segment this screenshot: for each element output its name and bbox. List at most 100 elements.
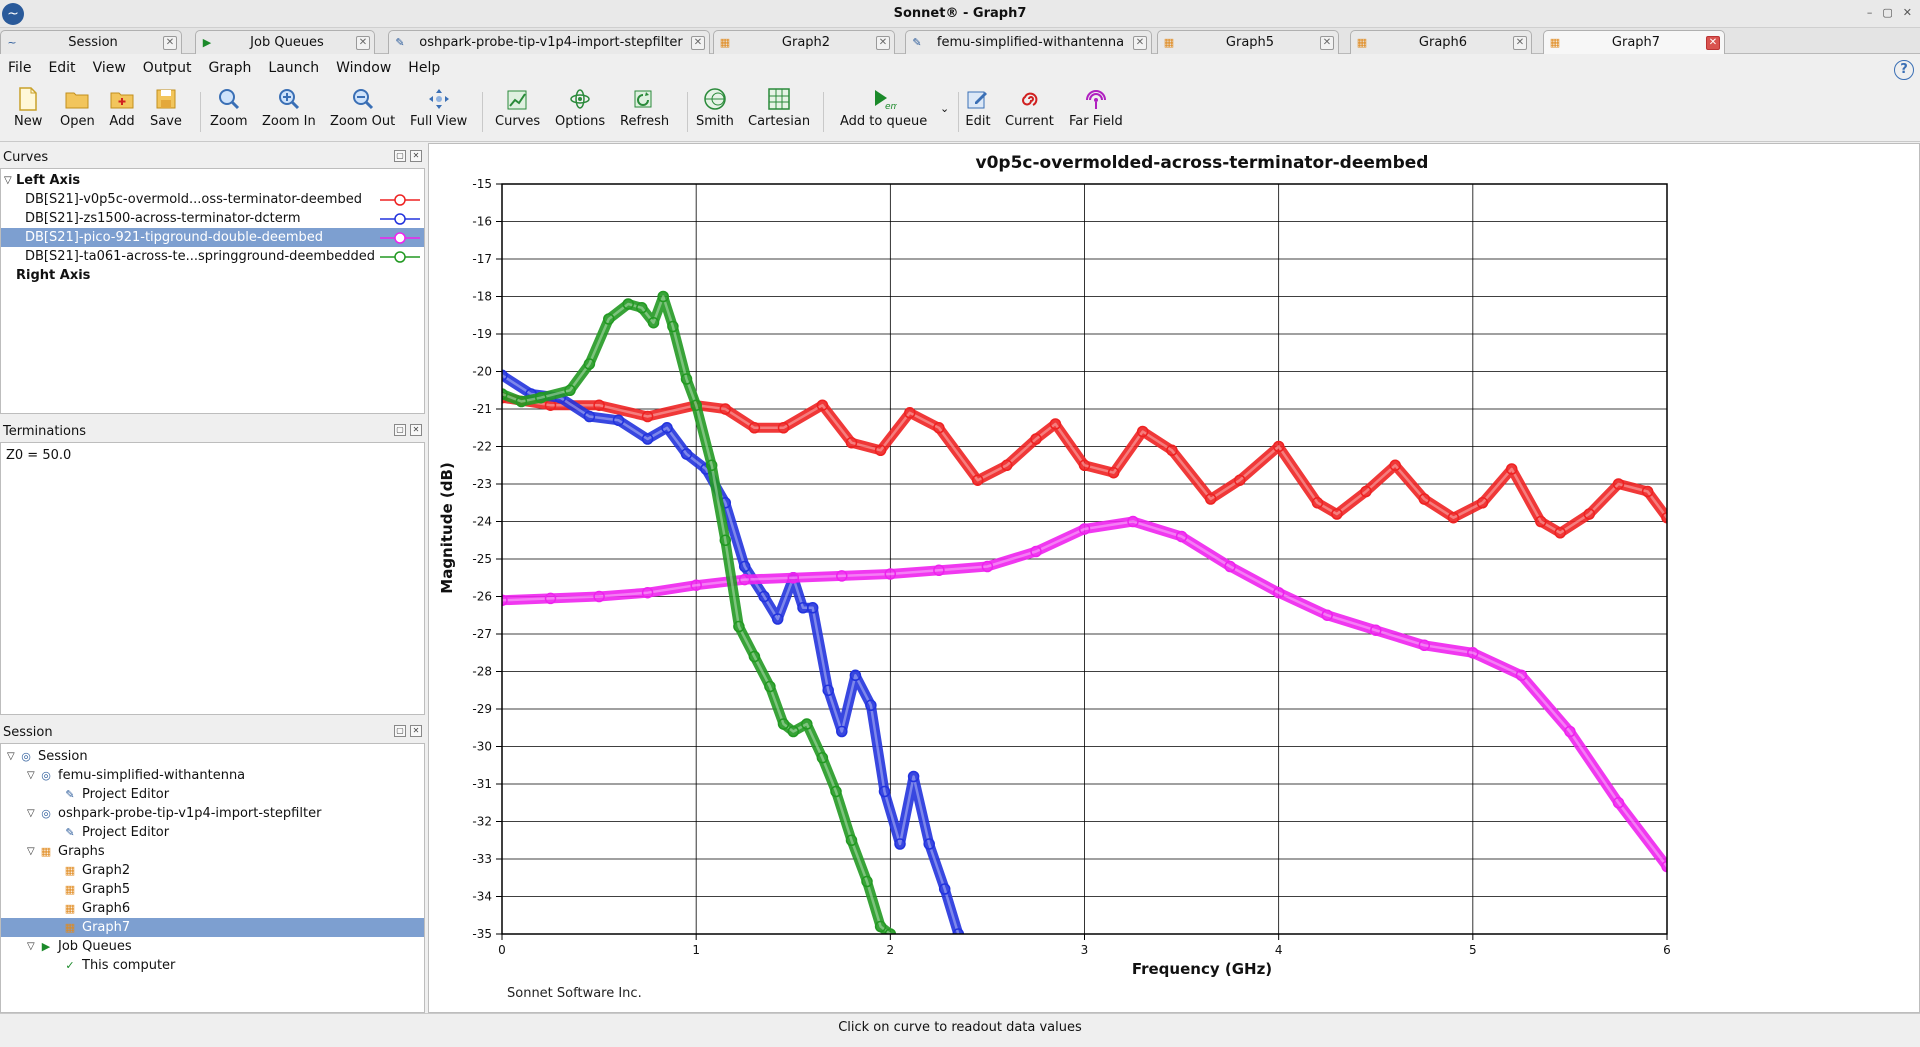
add-to-queue-button[interactable]: em Add to queue xyxy=(840,86,927,138)
x-tick-label: 6 xyxy=(1663,943,1671,957)
tab-graph2[interactable]: ▦ Graph2 ✕ xyxy=(713,30,895,54)
open-button[interactable]: Open xyxy=(60,86,95,138)
current-button[interactable]: Current xyxy=(1005,86,1054,138)
tab-graph6[interactable]: ▦ Graph6 ✕ xyxy=(1350,30,1532,54)
graph-view[interactable]: v0p5c-overmolded-across-terminator-deemb… xyxy=(428,143,1920,1013)
close-icon[interactable]: ✕ xyxy=(356,35,370,50)
smith-chart-icon xyxy=(702,86,728,112)
close-panel-icon[interactable]: ✕ xyxy=(410,725,422,737)
full-view-button[interactable]: Full View xyxy=(410,86,467,138)
toolbar-separator xyxy=(200,92,201,132)
y-tick-label: -30 xyxy=(472,740,492,754)
add-button[interactable]: Add xyxy=(109,86,135,138)
minimize-icon[interactable]: – xyxy=(1867,6,1873,19)
close-icon[interactable]: ✕ xyxy=(1133,35,1147,50)
curve-item-selected[interactable]: DB[S21]-pico-921-tipground-double-deembe… xyxy=(1,228,424,247)
y-tick-label: -17 xyxy=(472,252,492,266)
tree-item-graph[interactable]: ▦ Graph6 xyxy=(1,899,424,918)
tree-item-this-computer[interactable]: ✓ This computer xyxy=(1,956,424,975)
tree-item-project-editor[interactable]: ✎ Project Editor xyxy=(1,785,424,804)
chart-svg[interactable]: v0p5c-overmolded-across-terminator-deemb… xyxy=(429,144,1919,1012)
far-field-button[interactable]: Far Field xyxy=(1069,86,1123,138)
far-field-antenna-icon xyxy=(1083,86,1109,112)
save-button[interactable]: Save xyxy=(150,86,182,138)
close-window-icon[interactable]: ✕ xyxy=(1903,6,1912,19)
zoom-button[interactable]: Zoom xyxy=(210,86,247,138)
curve-item[interactable]: DB[S21]-v0p5c-overmold...oss-terminator-… xyxy=(1,190,424,209)
help-icon[interactable]: ? xyxy=(1894,60,1914,80)
tree-item-graph[interactable]: ▦ Graph5 xyxy=(1,880,424,899)
collapse-arrow-icon[interactable]: ▽ xyxy=(27,770,39,781)
tree-item-graph-selected[interactable]: ▦ Graph7 xyxy=(1,918,424,937)
y-tick-label: -24 xyxy=(472,515,492,529)
em-run-icon: em xyxy=(871,86,897,112)
menu-window[interactable]: Window xyxy=(336,60,391,76)
zoom-out-button[interactable]: Zoom Out xyxy=(330,86,395,138)
edit-project-icon xyxy=(965,86,991,112)
tab-oshpark-project[interactable]: ✎ oshpark-probe-tip-v1p4-import-stepfilt… xyxy=(388,30,710,54)
queue-dropdown-button[interactable]: ⌄ xyxy=(940,102,949,122)
smith-button[interactable]: Smith xyxy=(696,86,734,138)
tab-graph5[interactable]: ▦ Graph5 ✕ xyxy=(1157,30,1339,54)
collapse-arrow-icon[interactable]: ▽ xyxy=(4,175,16,186)
curves-icon xyxy=(505,86,531,112)
tree-item-project-editor[interactable]: ✎ Project Editor xyxy=(1,823,424,842)
zoom-in-button[interactable]: Zoom In xyxy=(262,86,316,138)
refresh-button[interactable]: Refresh xyxy=(620,86,669,138)
menu-edit[interactable]: Edit xyxy=(48,60,75,76)
float-panel-icon[interactable]: ▢ xyxy=(394,725,406,737)
menu-launch[interactable]: Launch xyxy=(268,60,319,76)
tree-item-project[interactable]: ▽ ◎ oshpark-probe-tip-v1p4-import-stepfi… xyxy=(1,804,424,823)
close-panel-icon[interactable]: ✕ xyxy=(410,150,422,162)
menu-view[interactable]: View xyxy=(93,60,126,76)
menu-output[interactable]: Output xyxy=(143,60,192,76)
series-2-line-highlight xyxy=(502,374,960,934)
curve-item[interactable]: DB[S21]-ta061-across-te...springground-d… xyxy=(1,247,424,266)
tree-item-project[interactable]: ▽ ◎ femu-simplified-withantenna xyxy=(1,766,424,785)
edit-button[interactable]: Edit xyxy=(965,86,991,138)
curves-panel: ▽ Left Axis DB[S21]-v0p5c-overmold...oss… xyxy=(0,168,425,414)
collapse-arrow-icon[interactable]: ▽ xyxy=(27,941,39,952)
collapse-arrow-icon[interactable]: ▽ xyxy=(27,846,39,857)
chart-grid xyxy=(501,183,1668,935)
menu-file[interactable]: File xyxy=(8,60,31,76)
y-tick-label: -31 xyxy=(472,777,492,791)
close-icon[interactable]: ✕ xyxy=(1320,35,1334,50)
y-tick-label: -34 xyxy=(472,890,492,904)
close-panel-icon[interactable]: ✕ xyxy=(410,424,422,436)
tree-item-job-queues[interactable]: ▽ ▶ Job Queues xyxy=(1,937,424,956)
menu-graph[interactable]: Graph xyxy=(208,60,251,76)
session-panel-title: Session xyxy=(3,724,53,740)
left-axis-group[interactable]: ▽ Left Axis xyxy=(1,171,424,190)
collapse-arrow-icon[interactable]: ▽ xyxy=(7,751,19,762)
right-axis-group[interactable]: Right Axis xyxy=(1,266,424,285)
tab-job-queues[interactable]: ▶ Job Queues ✕ xyxy=(195,30,375,54)
tree-item-graphs[interactable]: ▽ ▦ Graphs xyxy=(1,842,424,861)
tab-femu-project[interactable]: ✎ femu-simplified-withantenna ✕ xyxy=(905,30,1152,54)
options-button[interactable]: Options xyxy=(555,86,605,138)
menu-help[interactable]: Help xyxy=(408,60,440,76)
tab-session[interactable]: ~ Session ✕ xyxy=(0,30,182,54)
cartesian-button[interactable]: Cartesian xyxy=(748,86,810,138)
float-panel-icon[interactable]: ▢ xyxy=(394,424,406,436)
curve-item[interactable]: DB[S21]-zs1500-across-terminator-dcterm xyxy=(1,209,424,228)
y-tick-label: -28 xyxy=(472,665,492,679)
toolbar: New Open Add Save Zoom Zoom In Zoom Out … xyxy=(0,80,1920,142)
close-icon[interactable]: ✕ xyxy=(1513,35,1527,50)
tree-item-graph[interactable]: ▦ Graph2 xyxy=(1,861,424,880)
curves-button[interactable]: Curves xyxy=(495,86,540,138)
close-icon[interactable]: ✕ xyxy=(691,35,705,50)
maximize-icon[interactable]: ▢ xyxy=(1882,6,1892,19)
close-icon[interactable]: ✕ xyxy=(1706,35,1720,50)
close-icon[interactable]: ✕ xyxy=(876,35,890,50)
project-icon: ✎ xyxy=(912,35,922,49)
status-text: Click on curve to readout data values xyxy=(838,1020,1082,1035)
tree-item-session[interactable]: ▽ ◎ Session xyxy=(1,747,424,766)
tab-graph7[interactable]: ▦ Graph7 ✕ xyxy=(1543,30,1725,54)
zoom-in-icon xyxy=(276,86,302,112)
new-button[interactable]: New xyxy=(14,86,42,138)
float-panel-icon[interactable]: ▢ xyxy=(394,150,406,162)
atom-options-icon xyxy=(567,86,593,112)
collapse-arrow-icon[interactable]: ▽ xyxy=(27,808,39,819)
close-icon[interactable]: ✕ xyxy=(163,35,177,50)
